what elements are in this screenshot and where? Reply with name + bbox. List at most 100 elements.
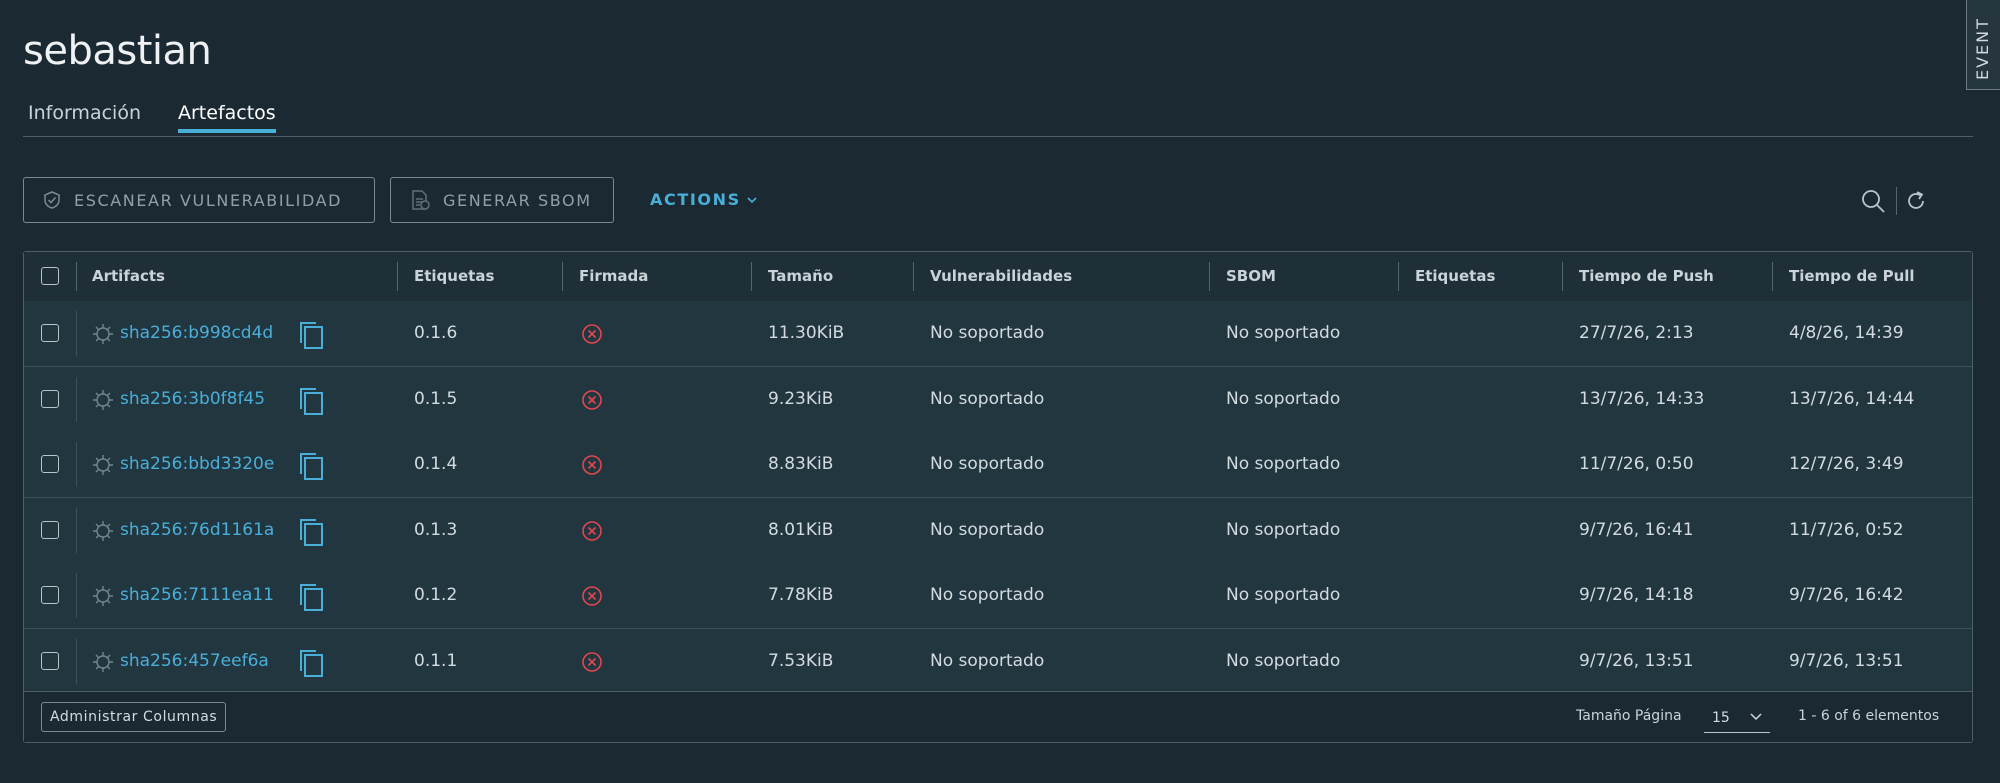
artifact-size: 7.78KiB	[768, 585, 834, 605]
column-header-pull-time[interactable]: Tiempo de Pull	[1789, 252, 1915, 301]
refresh-icon[interactable]	[1904, 189, 1928, 213]
actions-label: ACTIONS	[650, 190, 741, 209]
artifact-size: 8.01KiB	[768, 519, 834, 540]
artifact-sbom: No soportado	[1226, 323, 1341, 343]
artifact-push-time: 11/7/26, 0:50	[1579, 454, 1694, 474]
row-divider	[76, 573, 77, 618]
column-divider	[76, 262, 77, 291]
tab-informacion[interactable]: Información	[28, 102, 141, 132]
column-header-tamano[interactable]: Tamaño	[768, 252, 833, 301]
column-header-push-time[interactable]: Tiempo de Push	[1579, 252, 1714, 301]
generate-sbom-label: GENERAR SBOM	[443, 190, 592, 210]
table-row[interactable]: sha256:457eef6a 0.1.1 7.53KiB No soporta…	[24, 628, 1972, 695]
copy-icon[interactable]	[297, 648, 325, 678]
not-signed-icon	[582, 586, 602, 606]
artifact-digest-link[interactable]: sha256:b998cd4d	[120, 301, 273, 366]
artifact-vulnerabilities: No soportado	[930, 585, 1045, 605]
row-checkbox[interactable]	[41, 324, 59, 342]
manage-columns-button[interactable]: Administrar Columnas	[41, 702, 227, 732]
artifact-digest-link[interactable]: sha256:457eef6a	[120, 629, 269, 694]
artifact-digest-link[interactable]: sha256:7111ea11	[120, 563, 274, 628]
row-checkbox[interactable]	[41, 651, 59, 670]
artifact-push-time: 27/7/26, 2:13	[1579, 323, 1694, 343]
column-header-sbom[interactable]: SBOM	[1226, 252, 1276, 301]
toolbar-divider	[1896, 187, 1897, 215]
row-divider	[76, 507, 77, 553]
not-signed-icon	[582, 651, 602, 672]
helm-icon	[93, 586, 113, 606]
artifact-sbom: No soportado	[1226, 519, 1341, 540]
row-divider	[76, 442, 77, 487]
column-divider	[751, 262, 752, 291]
artifact-push-time: 9/7/26, 13:51	[1579, 650, 1694, 671]
table-row[interactable]: sha256:3b0f8f45 0.1.5 9.23KiB No soporta…	[24, 366, 1972, 433]
artifact-tag: 0.1.2	[414, 585, 458, 605]
copy-icon[interactable]	[297, 582, 325, 612]
artifact-sbom: No soportado	[1226, 585, 1341, 605]
table-row[interactable]: sha256:7111ea11 0.1.2 7.78KiB No soporta…	[24, 563, 1972, 629]
chevron-down-icon	[1750, 713, 1762, 721]
artifact-sbom: No soportado	[1226, 454, 1341, 474]
artifact-tag: 0.1.5	[414, 388, 458, 409]
row-checkbox[interactable]	[41, 586, 59, 604]
artifact-digest-link[interactable]: sha256:3b0f8f45	[120, 367, 265, 432]
column-header-vulnerabilidades[interactable]: Vulnerabilidades	[930, 252, 1072, 301]
select-all-checkbox[interactable]	[41, 267, 59, 285]
tab-artefactos[interactable]: Artefactos	[178, 102, 276, 133]
row-checkbox[interactable]	[41, 455, 59, 473]
pagination-count: 1 - 6 of 6 elementos	[1798, 708, 1940, 724]
column-header-artifacts[interactable]: Artifacts	[92, 252, 165, 301]
event-side-tab-label: EVENT	[1973, 17, 1992, 80]
copy-icon[interactable]	[297, 451, 325, 481]
artifact-push-time: 9/7/26, 14:18	[1579, 585, 1694, 605]
artifact-vulnerabilities: No soportado	[930, 650, 1045, 671]
event-side-tab[interactable]: EVENT	[1966, 0, 2000, 90]
helm-icon	[93, 651, 113, 672]
shield-check-icon	[44, 191, 60, 209]
artifact-pull-time: 9/7/26, 13:51	[1789, 650, 1904, 671]
table-row[interactable]: sha256:76d1161a 0.1.3 8.01KiB No soporta…	[24, 497, 1972, 564]
generate-sbom-button[interactable]: GENERAR SBOM	[390, 177, 614, 223]
artifact-sbom: No soportado	[1226, 388, 1341, 409]
artifact-pull-time: 4/8/26, 14:39	[1789, 323, 1904, 343]
artifact-push-time: 13/7/26, 14:33	[1579, 388, 1705, 409]
helm-icon	[93, 389, 113, 410]
copy-icon[interactable]	[297, 386, 325, 416]
artifact-vulnerabilities: No soportado	[930, 323, 1045, 343]
artifact-tag: 0.1.4	[414, 454, 458, 474]
row-checkbox[interactable]	[41, 520, 59, 539]
artifact-vulnerabilities: No soportado	[930, 388, 1045, 409]
page-size-value: 15	[1712, 710, 1730, 726]
page-size-select[interactable]: 15	[1704, 702, 1770, 733]
table-row[interactable]: sha256:b998cd4d 0.1.6 11.30KiB No soport…	[24, 301, 1972, 367]
column-divider	[1398, 262, 1399, 291]
not-signed-icon	[582, 455, 602, 475]
column-header-labels[interactable]: Etiquetas	[1415, 252, 1495, 301]
scan-vulnerability-button[interactable]: ESCANEAR VULNERABILIDAD	[23, 177, 375, 223]
artifact-digest-link[interactable]: sha256:76d1161a	[120, 498, 274, 563]
artifact-digest-link[interactable]: sha256:bbd3320e	[120, 432, 274, 497]
column-divider	[1772, 262, 1773, 291]
column-divider	[562, 262, 563, 291]
artifact-vulnerabilities: No soportado	[930, 519, 1045, 540]
helm-icon	[93, 520, 113, 541]
row-checkbox[interactable]	[41, 389, 59, 408]
column-header-etiquetas[interactable]: Etiquetas	[414, 252, 494, 301]
artifact-pull-time: 11/7/26, 0:52	[1789, 519, 1904, 540]
sbom-document-icon	[412, 190, 430, 210]
helm-icon	[93, 324, 113, 344]
artifact-size: 8.83KiB	[768, 454, 834, 474]
column-header-firmada[interactable]: Firmada	[579, 252, 648, 301]
artifact-vulnerabilities: No soportado	[930, 454, 1045, 474]
artifact-pull-time: 12/7/26, 3:49	[1789, 454, 1904, 474]
artifact-tag: 0.1.3	[414, 519, 458, 540]
artifacts-datagrid: Artifacts Etiquetas Firmada Tamaño Vulne…	[23, 251, 1973, 743]
chevron-down-icon	[747, 196, 757, 203]
table-row[interactable]: sha256:bbd3320e 0.1.4 8.83KiB No soporta…	[24, 432, 1972, 498]
artifact-size: 7.53KiB	[768, 650, 834, 671]
search-icon[interactable]	[1860, 188, 1886, 214]
artifact-tag: 0.1.1	[414, 650, 458, 671]
actions-dropdown[interactable]: ACTIONS	[650, 190, 757, 209]
copy-icon[interactable]	[297, 320, 325, 350]
copy-icon[interactable]	[297, 517, 325, 547]
